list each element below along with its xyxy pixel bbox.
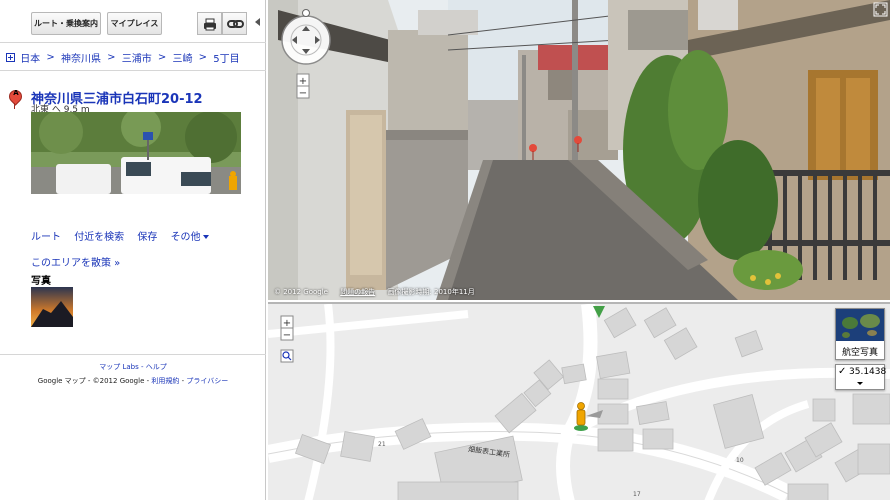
- breadcrumb: 日本 > 神奈川県 > 三浦市 > 三崎 > 5丁目: [6, 50, 240, 65]
- street-number-10: 10: [736, 457, 744, 464]
- globe-icon: [836, 309, 884, 341]
- street-view-image: + −: [268, 0, 890, 300]
- map-canvas[interactable]: 21 10 17 畑飯表工業所 + −: [268, 302, 890, 500]
- breadcrumb-item-japan[interactable]: 日本: [20, 54, 40, 65]
- divider: [0, 42, 266, 43]
- street-number-21: 21: [378, 441, 386, 448]
- breadcrumb-separator: >: [198, 52, 208, 63]
- sv-capture-date: 画像撮影時期: 2010年11月: [387, 288, 475, 296]
- breadcrumb-item-miura[interactable]: 三浦市: [122, 54, 152, 65]
- route-transit-button[interactable]: ルート・乗換案内: [31, 12, 101, 35]
- terms-link[interactable]: 利用規約: [151, 377, 179, 385]
- footer-copyright: Google マップ - ©2012 Google - 利用規約 - プライバシ…: [0, 376, 266, 386]
- svg-text:−: −: [283, 330, 291, 341]
- marker-tail: [14, 103, 15, 109]
- photo-thumbnail[interactable]: [31, 287, 73, 327]
- more-label: その他: [170, 232, 201, 243]
- breadcrumb-item-misaki[interactable]: 三崎: [172, 54, 192, 65]
- streetview-thumbnail[interactable]: [31, 112, 241, 194]
- explore-area-link[interactable]: このエリアを散策 »: [31, 254, 120, 269]
- svg-text:+: +: [283, 318, 291, 329]
- streetview-thumbnail-image: [31, 112, 241, 194]
- breadcrumb-item-kanagawa[interactable]: 神奈川県: [61, 54, 101, 65]
- street-number-17: 17: [633, 491, 641, 498]
- place-actions: ルート 付近を検索 保存 その他: [31, 228, 229, 243]
- print-icon: [204, 18, 216, 31]
- map-zoom-control[interactable]: + −: [280, 315, 294, 341]
- save-link[interactable]: 保存: [137, 232, 157, 243]
- satellite-label: 航空写真: [841, 348, 878, 358]
- my-places-button[interactable]: マイプレイス: [107, 12, 162, 35]
- link-button[interactable]: [222, 12, 247, 35]
- breadcrumb-separator: >: [46, 52, 55, 63]
- svg-text:−: −: [299, 88, 307, 99]
- sv-zoom-control[interactable]: + −: [296, 73, 310, 99]
- sv-copyright: © 2012 Google: [274, 288, 328, 296]
- breadcrumb-separator: >: [107, 52, 116, 63]
- streetview-attribution: © 2012 Google 問題の報告 画像撮影時期: 2010年11月: [274, 287, 485, 297]
- map-image: 21 10 17 畑飯表工業所 + −: [268, 304, 890, 500]
- search-nearby-link[interactable]: 付近を検索: [74, 232, 124, 243]
- expand-icon[interactable]: [6, 53, 15, 62]
- route-link[interactable]: ルート: [31, 232, 61, 243]
- breadcrumb-item-5chome[interactable]: 5丁目: [213, 54, 239, 65]
- marker-letter: A: [13, 89, 19, 97]
- divider: [0, 354, 266, 355]
- report-problem-link[interactable]: 問題の報告: [340, 288, 375, 296]
- privacy-link[interactable]: プライバシー: [186, 377, 228, 385]
- checkmark-icon: ✓: [838, 366, 847, 377]
- magnifier-icon[interactable]: [280, 349, 294, 363]
- sunset-photo-image: [31, 287, 73, 327]
- coordinate-value: 35.1438: [849, 367, 887, 377]
- more-link[interactable]: その他: [171, 232, 219, 243]
- collapse-panel-icon[interactable]: [255, 18, 260, 26]
- svg-text:+: +: [299, 76, 307, 87]
- breadcrumb-separator: >: [157, 52, 167, 63]
- footer-prefix: Google マップ - ©2012 Google -: [37, 377, 152, 385]
- photos-heading: 写真: [31, 276, 51, 287]
- chevron-down-icon: [857, 382, 863, 385]
- street-view-panorama[interactable]: + −: [268, 0, 890, 300]
- footer-labs-help[interactable]: マップ Labs - ヘルプ: [0, 362, 266, 372]
- link-icon: [227, 20, 244, 28]
- print-button[interactable]: [197, 12, 222, 35]
- google-maps-app: ルート・乗換案内 マイプレイス 日本 > 神奈川県 > 三浦市 > 三崎 > 5…: [0, 0, 890, 500]
- divider: [0, 70, 266, 71]
- left-panel: ルート・乗換案内 マイプレイス 日本 > 神奈川県 > 三浦市 > 三崎 > 5…: [0, 0, 266, 500]
- chevron-down-icon: [202, 235, 209, 239]
